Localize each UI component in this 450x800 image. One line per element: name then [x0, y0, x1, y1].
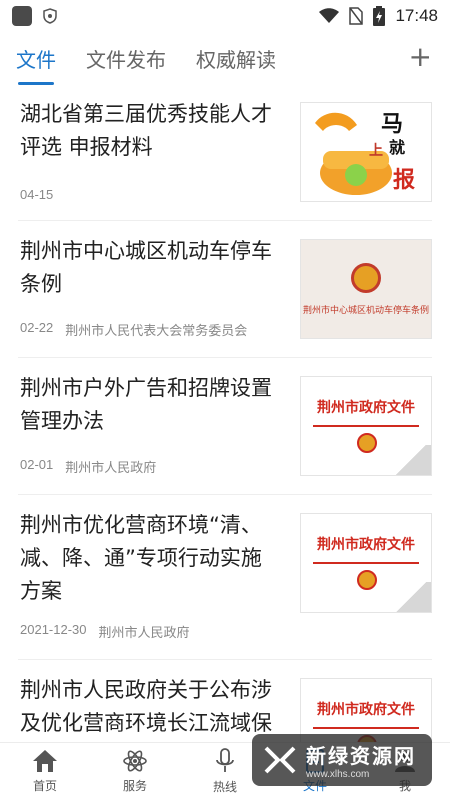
thumbnail-caption: 荆州市政府文件	[317, 702, 415, 718]
item-thumbnail: 荆州市中心城区机动车停车条例	[300, 239, 432, 339]
status-time: 17:48	[395, 6, 438, 25]
list-item[interactable]: 湖北省第三届优秀技能人才评选 申报材料 04-15 马 就 上 报	[18, 84, 432, 221]
red-divider	[313, 425, 419, 427]
tab-document-release[interactable]: 文件发布	[86, 38, 166, 79]
battery-icon	[373, 6, 386, 26]
national-emblem-icon	[357, 433, 377, 453]
item-date: 2021-12-30	[20, 622, 87, 637]
svg-text:报: 报	[393, 168, 415, 193]
thumbnail-caption: 荆州市政府文件	[317, 537, 415, 553]
watermark-url: www.xlhs.com	[306, 769, 370, 780]
item-thumbnail: 荆州市政府文件	[300, 513, 432, 613]
app-notification-icon	[12, 6, 32, 26]
page-curl-icon	[391, 445, 431, 475]
svg-text:马: 马	[381, 112, 403, 137]
atom-icon	[123, 750, 147, 772]
item-date: 02-22	[20, 320, 54, 335]
item-title: 荆州市户外广告和招牌设置管理办法	[20, 376, 272, 433]
tab-documents[interactable]: 文件	[16, 38, 56, 85]
page-curl-icon	[391, 582, 431, 612]
red-divider	[313, 562, 419, 564]
shield-icon	[42, 7, 58, 25]
thumbnail-caption: 荆州市政府文件	[317, 400, 415, 416]
watermark-logo-icon	[264, 746, 296, 774]
item-date: 02-01	[20, 457, 54, 472]
home-icon	[33, 750, 57, 772]
item-title: 荆州市中心城区机动车停车条例	[20, 239, 272, 296]
nav-services[interactable]: 服务	[90, 743, 180, 800]
wifi-icon	[319, 8, 340, 24]
item-source: 荆州市人民政府	[65, 460, 157, 475]
phone-illustration-icon: 马 就 上 报	[315, 112, 415, 195]
item-title: 荆州市人民政府关于公布涉及优化营商环境长江流域保	[20, 678, 272, 735]
tab-authoritative-interpretation[interactable]: 权威解读	[196, 38, 276, 79]
add-tab-button[interactable]: +	[409, 43, 432, 71]
no-sim-icon	[349, 7, 364, 25]
item-thumbnail: 荆州市政府文件	[300, 678, 432, 742]
list-item[interactable]: 荆州市人民政府关于公布涉及优化营商环境长江流域保 荆州市政府文件	[18, 660, 432, 742]
item-title: 荆州市优化营商环境“清、减、降、通”专项行动实施方案	[20, 513, 262, 603]
nav-label: 热线	[212, 780, 237, 794]
national-emblem-icon	[351, 262, 381, 293]
item-meta: 02-01 荆州市人民政府	[20, 457, 156, 476]
svg-text:就: 就	[389, 138, 405, 157]
list-item[interactable]: 荆州市户外广告和招牌设置管理办法 02-01 荆州市人民政府 荆州市政府文件	[18, 358, 432, 495]
status-bar: 17:48	[0, 0, 450, 32]
list-item[interactable]: 荆州市中心城区机动车停车条例 02-22 荆州市人民代表大会常务委员会 荆州市中…	[18, 221, 432, 358]
item-meta: 04-15	[20, 187, 53, 202]
watermark-text: 新绿资源网	[306, 744, 416, 768]
red-divider	[313, 727, 419, 729]
item-thumbnail: 荆州市政府文件	[300, 376, 432, 476]
nav-label: 首页	[32, 779, 57, 793]
microphone-icon	[216, 748, 234, 772]
nav-label: 服务	[122, 779, 147, 793]
item-date: 04-15	[20, 187, 54, 202]
item-meta: 02-22 荆州市人民代表大会常务委员会	[20, 320, 247, 339]
nav-home[interactable]: 首页	[0, 743, 90, 800]
item-meta: 2021-12-30 荆州市人民政府	[20, 622, 190, 641]
tab-bar: 文件 文件发布 权威解读 +	[0, 32, 450, 85]
national-emblem-icon	[357, 570, 377, 590]
item-source: 荆州市人民政府	[98, 625, 190, 640]
item-title: 湖北省第三届优秀技能人才评选 申报材料	[20, 102, 272, 159]
document-list: 湖北省第三届优秀技能人才评选 申报材料 04-15 马 就 上 报 荆州市中心城…	[0, 84, 450, 742]
item-thumbnail: 马 就 上 报	[300, 102, 432, 202]
watermark: 新绿资源网 www.xlhs.com	[252, 734, 432, 786]
thumbnail-caption: 荆州市中心城区机动车停车条例	[302, 305, 429, 316]
item-source: 荆州市人民代表大会常务委员会	[65, 323, 248, 338]
svg-text:上: 上	[369, 143, 383, 159]
list-item[interactable]: 荆州市优化营商环境“清、减、降、通”专项行动实施方案 2021-12-30 荆州…	[18, 495, 432, 660]
